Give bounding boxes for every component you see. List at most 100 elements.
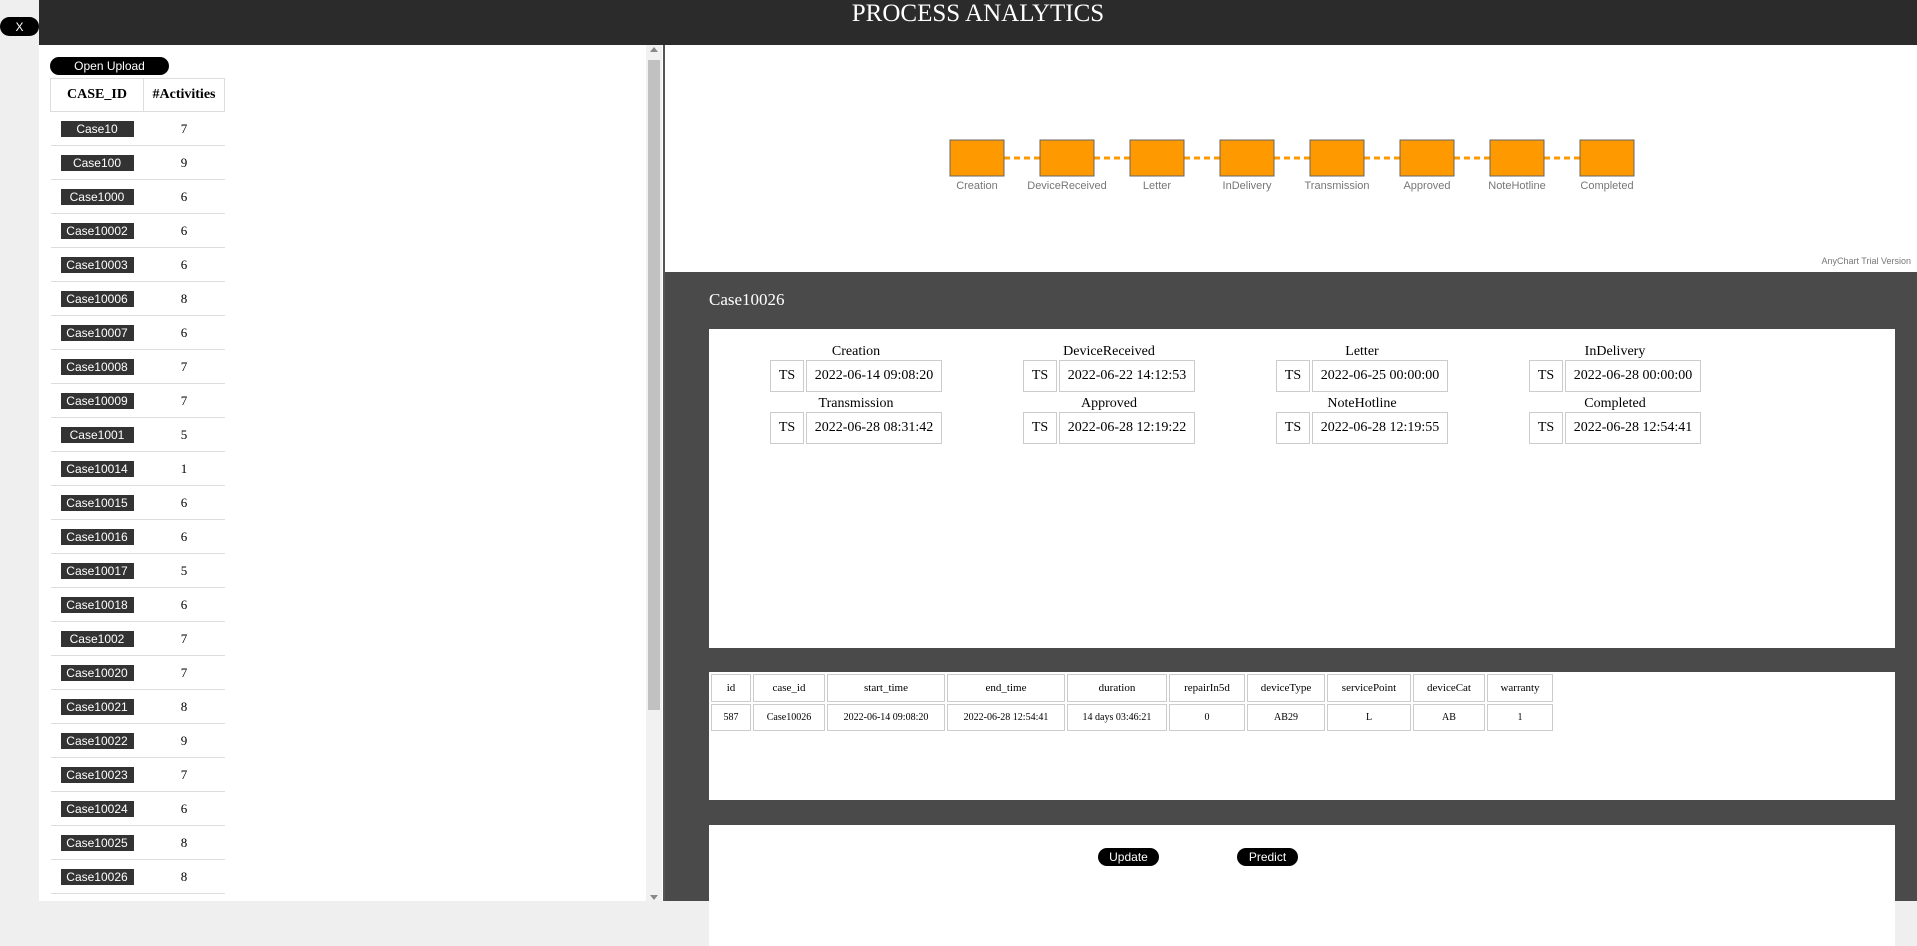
activity-timestamps: Creation TS 2022-06-14 09:08:20 DeviceRecei… bbox=[709, 329, 1895, 648]
case-id-button[interactable]: Case10023 bbox=[60, 766, 134, 783]
ts-label: TS bbox=[770, 412, 804, 444]
case-id-button[interactable]: Case10022 bbox=[60, 732, 134, 749]
case-id-button[interactable]: Case10 bbox=[60, 120, 134, 137]
timestamp-value: 2022-06-28 12:19:55 bbox=[1312, 412, 1448, 444]
scroll-up-arrow-icon[interactable] bbox=[650, 47, 658, 52]
case-detail-title: Case10026 bbox=[709, 290, 785, 309]
table-row: Case1002 7 bbox=[50, 621, 225, 656]
case-id-button[interactable]: Case10026 bbox=[60, 868, 134, 885]
table-row: Case10009 7 bbox=[50, 383, 225, 418]
column-header-case-id: case_id bbox=[753, 674, 825, 702]
case-id-button[interactable]: Case10014 bbox=[60, 460, 134, 477]
table-row: Case10006 8 bbox=[50, 281, 225, 316]
update-button[interactable]: Update bbox=[1098, 848, 1159, 866]
timestamp-row: TS 2022-06-25 00:00:00 bbox=[1276, 360, 1448, 392]
ts-label: TS bbox=[1529, 412, 1563, 444]
process-flow-chart: Creation DeviceReceived Letter InDelivery Tr… bbox=[665, 45, 1917, 272]
activity-count: 8 bbox=[143, 859, 225, 894]
detail-panel: Creation DeviceReceived Letter InDelivery Tr… bbox=[665, 45, 1917, 946]
table-row: Case10021 8 bbox=[50, 689, 225, 724]
case-id-button[interactable]: Case10024 bbox=[60, 800, 134, 817]
table-cell: 1 bbox=[1487, 704, 1553, 731]
case-id-button[interactable]: Case10017 bbox=[60, 562, 134, 579]
activity-count: 6 bbox=[143, 587, 225, 622]
flow-node[interactable] bbox=[1309, 139, 1365, 177]
page-title: PROCESS ANALYTICS bbox=[851, 0, 1105, 27]
table-row: Case10003 6 bbox=[50, 247, 225, 282]
case-id-button[interactable]: Case10007 bbox=[60, 324, 134, 341]
case-table-header: CASE_ID #Activities bbox=[50, 78, 225, 112]
open-upload-button[interactable]: Open Upload bbox=[50, 57, 169, 75]
activity-count: 7 bbox=[143, 655, 225, 690]
table-row: Case1000 6 bbox=[50, 179, 225, 214]
ts-label: TS bbox=[1529, 360, 1563, 392]
flow-node-label: Transmission bbox=[1305, 180, 1370, 192]
case-id-button[interactable]: Case1001 bbox=[60, 426, 134, 443]
action-bar: Update Predict bbox=[709, 825, 1895, 946]
activity-count: 8 bbox=[143, 281, 225, 316]
table-row: 587 Case10026 2022-06-14 09:08:20 2022-06-2… bbox=[711, 704, 1553, 731]
case-id-button[interactable]: Case10018 bbox=[60, 596, 134, 613]
activity-name: DeviceReceived bbox=[1063, 344, 1155, 359]
case-id-button[interactable]: Case10016 bbox=[60, 528, 134, 545]
activity-count: 5 bbox=[143, 553, 225, 588]
table-row: Case10014 1 bbox=[50, 451, 225, 486]
activity-name: InDelivery bbox=[1584, 344, 1646, 359]
activity-count: 7 bbox=[143, 757, 225, 792]
case-id-button[interactable]: Case10015 bbox=[60, 494, 134, 511]
activity-item: Creation TS 2022-06-14 09:08:20 bbox=[770, 343, 942, 392]
flow-node[interactable] bbox=[1489, 139, 1545, 177]
case-id-button[interactable]: Case10009 bbox=[60, 392, 134, 409]
case-id-button[interactable]: Case10025 bbox=[60, 834, 134, 851]
timestamp-value: 2022-06-22 14:12:53 bbox=[1059, 360, 1195, 392]
activity-count: 6 bbox=[143, 485, 225, 520]
case-id-button[interactable]: Case10008 bbox=[60, 358, 134, 375]
case-id-button[interactable]: Case10021 bbox=[60, 698, 134, 715]
case-id-cell: Case1002 bbox=[50, 621, 144, 656]
column-header-repairin5d: repairIn5d bbox=[1169, 674, 1245, 702]
activity-name: Transmission bbox=[818, 396, 894, 411]
case-id-button[interactable]: Case100 bbox=[60, 154, 134, 171]
case-id-cell: Case10018 bbox=[50, 587, 144, 622]
table-row: Case10022 9 bbox=[50, 723, 225, 758]
ts-label: TS bbox=[1023, 412, 1057, 444]
close-button[interactable]: X bbox=[0, 17, 39, 36]
flow-node[interactable] bbox=[1219, 139, 1275, 177]
table-row: Case10025 8 bbox=[50, 825, 225, 860]
activity-count: 9 bbox=[143, 723, 225, 758]
activity-count: 5 bbox=[143, 417, 225, 452]
timestamp-row: TS 2022-06-28 12:54:41 bbox=[1529, 412, 1701, 444]
case-id-button[interactable]: Case10002 bbox=[60, 222, 134, 239]
flow-node[interactable] bbox=[1399, 139, 1455, 177]
flow-node[interactable] bbox=[1129, 139, 1185, 177]
scroll-thumb[interactable] bbox=[648, 60, 660, 710]
case-id-button[interactable]: Case10003 bbox=[60, 256, 134, 273]
left-panel-scrollbar[interactable] bbox=[646, 45, 662, 901]
case-id-cell: Case10022 bbox=[50, 723, 144, 758]
case-id-button[interactable]: Case10006 bbox=[60, 290, 134, 307]
process-flow-svg: Creation DeviceReceived Letter InDelivery Tr… bbox=[949, 139, 1635, 192]
column-header-servicepoint: servicePoint bbox=[1327, 674, 1411, 702]
activity-name: Approved bbox=[1081, 396, 1137, 411]
ts-label: TS bbox=[1276, 412, 1310, 444]
flow-node[interactable] bbox=[949, 139, 1005, 177]
case-id-cell: Case10003 bbox=[50, 247, 144, 282]
table-row: Case10024 6 bbox=[50, 791, 225, 826]
column-header-duration: duration bbox=[1067, 674, 1167, 702]
scroll-down-arrow-icon[interactable] bbox=[650, 895, 658, 900]
case-id-button[interactable]: Case10020 bbox=[60, 664, 134, 681]
case-id-cell: Case1000 bbox=[50, 179, 144, 214]
case-id-cell: Case10026 bbox=[50, 859, 144, 894]
flow-node-label: Completed bbox=[1580, 180, 1633, 192]
case-id-button[interactable]: Case1002 bbox=[60, 630, 134, 647]
app-window: PROCESS ANALYTICS Open Upload CASE_ID #A… bbox=[39, 0, 1917, 946]
case-id-button[interactable]: Case1000 bbox=[60, 188, 134, 205]
predict-button[interactable]: Predict bbox=[1237, 848, 1298, 866]
flow-node[interactable] bbox=[1039, 139, 1095, 177]
column-header-id: id bbox=[711, 674, 751, 702]
flow-node-label: NoteHotline bbox=[1488, 180, 1545, 192]
case-id-cell: Case10017 bbox=[50, 553, 144, 588]
case-list-panel: Open Upload CASE_ID #Activities Case10 7 C… bbox=[39, 45, 662, 901]
flow-node[interactable] bbox=[1579, 139, 1635, 177]
column-header-devicetype: deviceType bbox=[1247, 674, 1325, 702]
